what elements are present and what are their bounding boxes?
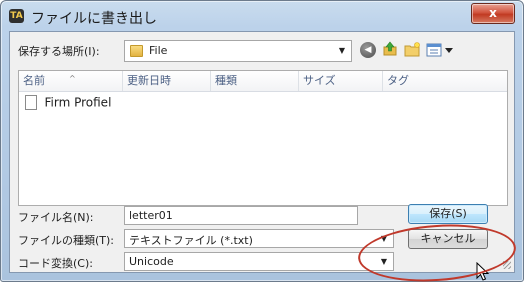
column-header-modified[interactable]: 更新日時 [123,71,211,91]
filetype-select[interactable]: テキストファイル (*.txt) ▼ [124,229,394,248]
file-list-header: 名前 ^ 更新日時 種類 サイズ タグ [19,71,507,92]
window-title: ファイルに書き出し [31,11,157,27]
encoding-value: Unicode [129,255,174,268]
save-button[interactable]: 保存(S) [408,204,488,224]
app-icon: TA [9,9,24,23]
up-folder-icon[interactable] [382,41,398,57]
column-header-name[interactable]: 名前 ^ [19,71,123,91]
column-header-size[interactable]: サイズ [299,71,383,91]
new-folder-icon[interactable] [404,42,420,58]
location-value: File [149,44,168,57]
title-bar[interactable]: TA ファイルに書き出し x [1,1,523,31]
folder-icon [130,45,143,57]
file-list[interactable]: 名前 ^ 更新日時 種類 サイズ タグ Firm Profiel [18,70,508,206]
location-label: 保存する場所(I): [18,45,100,58]
filename-field[interactable]: letter01 [124,206,358,225]
encoding-label: コード変換(C): [18,257,93,270]
file-name: Firm Profiel [44,95,112,110]
chevron-down-icon[interactable]: ▼ [336,45,348,57]
filename-label: ファイル名(N): [18,211,94,224]
column-header-type[interactable]: 種類 [211,71,299,91]
encoding-select[interactable]: Unicode ▼ [124,252,394,271]
filename-value: letter01 [129,209,173,222]
document-icon [25,95,37,110]
close-button[interactable]: x [471,3,515,24]
filetype-label: ファイルの種類(T): [18,234,115,247]
sort-ascending-icon: ^ [69,74,76,83]
column-header-tags[interactable]: タグ [383,71,503,91]
views-menu-icon[interactable] [426,42,454,58]
back-arrow-icon[interactable]: ◀ [360,42,376,58]
location-combobox[interactable]: File ▼ [124,40,352,62]
filetype-value: テキストファイル (*.txt) [129,234,253,247]
list-item[interactable]: Firm Profiel [25,95,111,111]
